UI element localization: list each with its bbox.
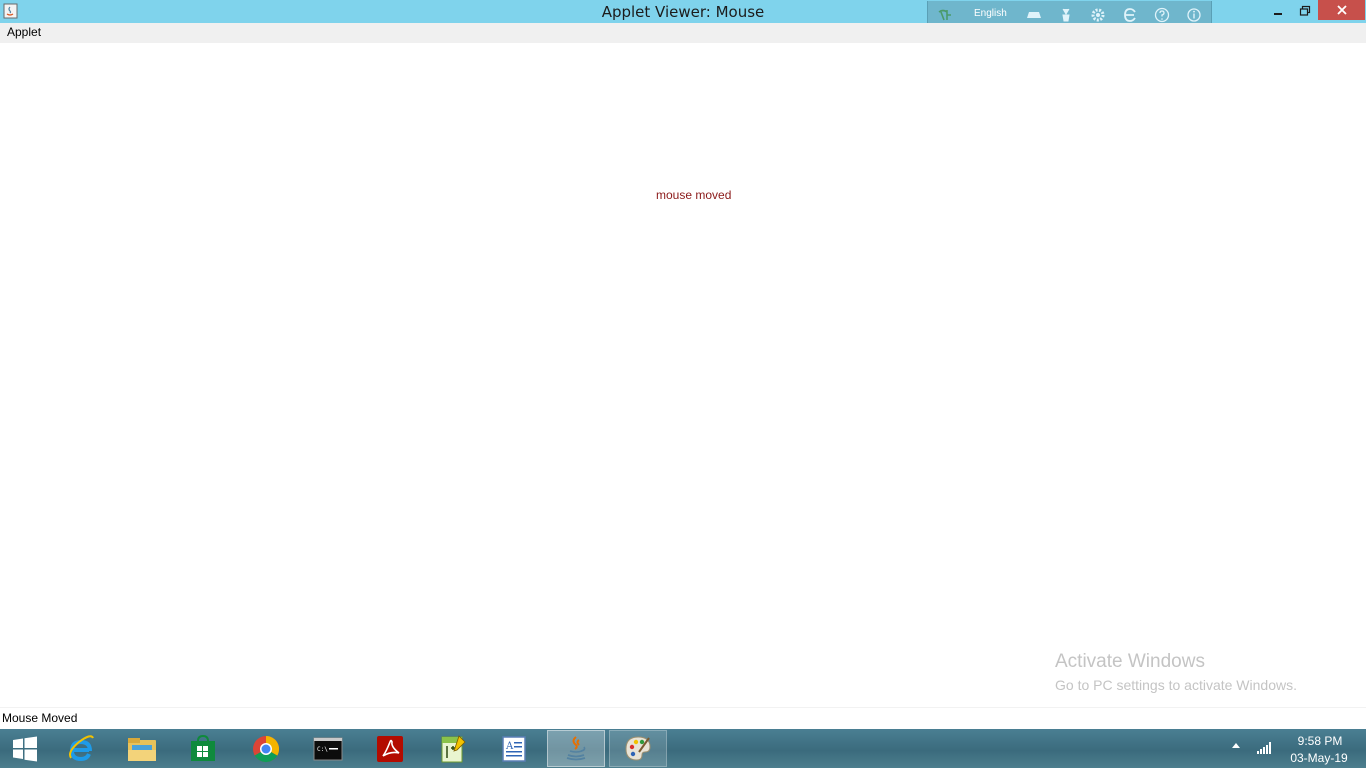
svg-text:C:\: C:\ [317,746,328,753]
internet-explorer-icon[interactable] [52,730,110,767]
adobe-reader-icon[interactable] [361,730,419,767]
activation-watermark-title: Activate Windows [1055,651,1205,672]
dictionary-icon[interactable] [1121,6,1139,24]
paint-icon[interactable] [609,730,667,767]
help-icon[interactable] [1153,6,1171,24]
menu-bar: Applet [0,23,1366,43]
file-explorer-icon[interactable] [113,730,171,767]
minimize-icon [1274,13,1282,15]
applet-canvas[interactable]: mouse moved [0,43,1366,707]
java-icon[interactable] [547,730,605,767]
keyboard-icon[interactable] [1025,6,1043,24]
close-icon [1336,5,1347,15]
minimize-button[interactable] [1264,0,1292,22]
applet-message: mouse moved [656,188,732,202]
svg-text:A: A [505,741,514,752]
taskbar: C:\ A 9:58 PM 03-May-19 [0,729,1366,768]
settings-gear-icon[interactable] [1089,6,1107,24]
network-signal-icon[interactable] [1256,741,1272,760]
clock-time[interactable]: 9:58 PM [1290,734,1350,748]
chrome-icon[interactable] [237,730,295,767]
wordpad-icon[interactable]: A [485,730,543,767]
status-bar: Mouse Moved [0,707,1366,729]
windows-start-icon[interactable] [0,730,50,767]
activation-watermark-subtitle: Go to PC settings to activate Windows. [1055,677,1297,693]
restore-button[interactable] [1292,0,1318,22]
language-label[interactable]: English [974,8,1007,19]
restore-icon [1299,5,1311,16]
clock-date[interactable]: 03-May-19 [1288,751,1350,765]
command-prompt-icon[interactable]: C:\ [299,730,357,767]
show-hidden-icons-icon[interactable] [1232,743,1240,748]
ime-pad-icon[interactable] [1057,6,1075,24]
menu-applet[interactable]: Applet [7,25,41,39]
info-icon[interactable] [1185,6,1203,24]
ime-mode-icon[interactable] [936,6,954,24]
notepad-plus-plus-icon[interactable] [423,730,481,767]
windows-store-icon[interactable] [174,730,232,767]
status-text: Mouse Moved [2,711,78,725]
close-button[interactable] [1318,0,1365,20]
